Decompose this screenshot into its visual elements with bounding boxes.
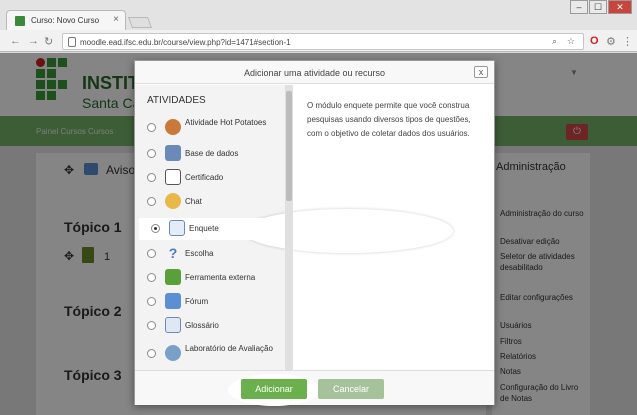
maximize-button[interactable]: ☐ [589,0,607,14]
option-label: Glossário [185,321,219,330]
option-label: Chat [185,197,202,206]
page-info-icon[interactable] [68,37,76,47]
bookmark-star-icon[interactable]: ☆ [567,36,575,47]
option-label: Ferramenta externa [185,273,256,282]
activity-option[interactable]: Certificado [135,167,287,189]
forward-icon[interactable]: → [28,35,39,47]
activity-chooser-dialog: Adicionar uma atividade ou recurso x ATI… [134,60,495,406]
radio[interactable] [147,123,156,132]
option-label: Escolha [185,249,214,258]
dialog-title: Adicionar uma atividade ou recurso [243,68,386,78]
forum-icon [165,293,181,309]
radio[interactable] [147,273,156,282]
option-label: Fórum [185,297,209,306]
zoom-icon[interactable]: ⌕ [552,36,557,47]
title-bar: Curso: Novo Curso × – ☐ ✕ [0,0,637,30]
activity-option-selected[interactable]: Enquete [139,218,291,240]
minimize-button[interactable]: – [570,0,588,14]
window-controls: – ☐ ✕ [569,0,632,14]
opera-extension-icon[interactable]: O [590,35,599,47]
workshop-icon [165,345,181,361]
option-label: Base de dados [185,149,239,158]
activity-option[interactable]: Base de dados [135,143,287,165]
browser-chrome: Curso: Novo Curso × – ☐ ✕ ← → ↻ moodle.e… [0,0,637,52]
add-button[interactable]: Adicionar [241,379,307,399]
activity-list-scrollbar[interactable] [285,85,293,370]
glossary-icon [165,317,181,333]
nav-bar: ← → ↻ moodle.ead.ifsc.edu.br/course/view… [0,30,637,52]
dialog-header: Adicionar uma atividade ou recurso x [135,61,494,84]
back-icon[interactable]: ← [10,35,21,47]
dialog-close-button[interactable]: x [474,66,488,78]
choice-icon [169,220,185,236]
database-icon [165,145,181,161]
radio[interactable] [147,173,156,182]
option-label: Enquete [189,224,219,233]
activity-option[interactable]: Chat [135,191,287,213]
option-label: Certificado [185,173,224,182]
menu-icon[interactable]: ⋮ [622,35,633,48]
radio[interactable] [147,149,156,158]
radio[interactable] [147,297,156,306]
activity-option[interactable]: ? Escolha [135,243,287,265]
url-text: moodle.ead.ifsc.edu.br/course/view.php?i… [80,38,291,47]
cancel-button[interactable]: Cancelar [318,379,384,399]
close-window-button[interactable]: ✕ [608,0,632,14]
hot-potatoes-icon [165,119,181,135]
option-label: Atividade Hot Potatoes [185,118,267,127]
radio[interactable] [147,197,156,206]
radio[interactable] [147,349,156,358]
certificate-icon [165,169,181,185]
moodle-favicon-icon [15,16,25,26]
puzzle-icon [165,269,181,285]
address-bar[interactable]: moodle.ead.ifsc.edu.br/course/view.php?i… [62,33,584,50]
radio[interactable] [147,321,156,330]
activities-heading: ATIVIDADES [147,95,206,106]
chat-icon [165,193,181,209]
radio[interactable] [147,249,156,258]
activity-option[interactable]: Ferramenta externa [135,267,287,289]
activity-option[interactable]: Atividade Hot Potatoes [135,117,287,139]
radio-selected[interactable] [151,224,160,233]
reload-icon[interactable]: ↻ [44,35,53,48]
activity-option[interactable]: Glossário [135,315,287,337]
tab-close-icon[interactable]: × [113,14,119,25]
option-label: Laboratório de Avaliação [185,344,273,353]
settings-extension-icon[interactable]: ⚙ [606,35,616,48]
tab-title: Curso: Novo Curso [31,16,100,25]
new-tab-button[interactable] [127,17,153,28]
question-icon: ? [168,245,178,261]
activity-description: O módulo enquete permite que você constr… [307,101,471,138]
activity-option[interactable]: Laboratório de Avaliação [135,343,287,365]
activity-option[interactable]: Fórum [135,291,287,313]
browser-tab[interactable]: Curso: Novo Curso × [6,10,126,30]
dialog-footer: Adicionar Cancelar [135,370,494,406]
scrollbar-thumb[interactable] [286,91,292,201]
